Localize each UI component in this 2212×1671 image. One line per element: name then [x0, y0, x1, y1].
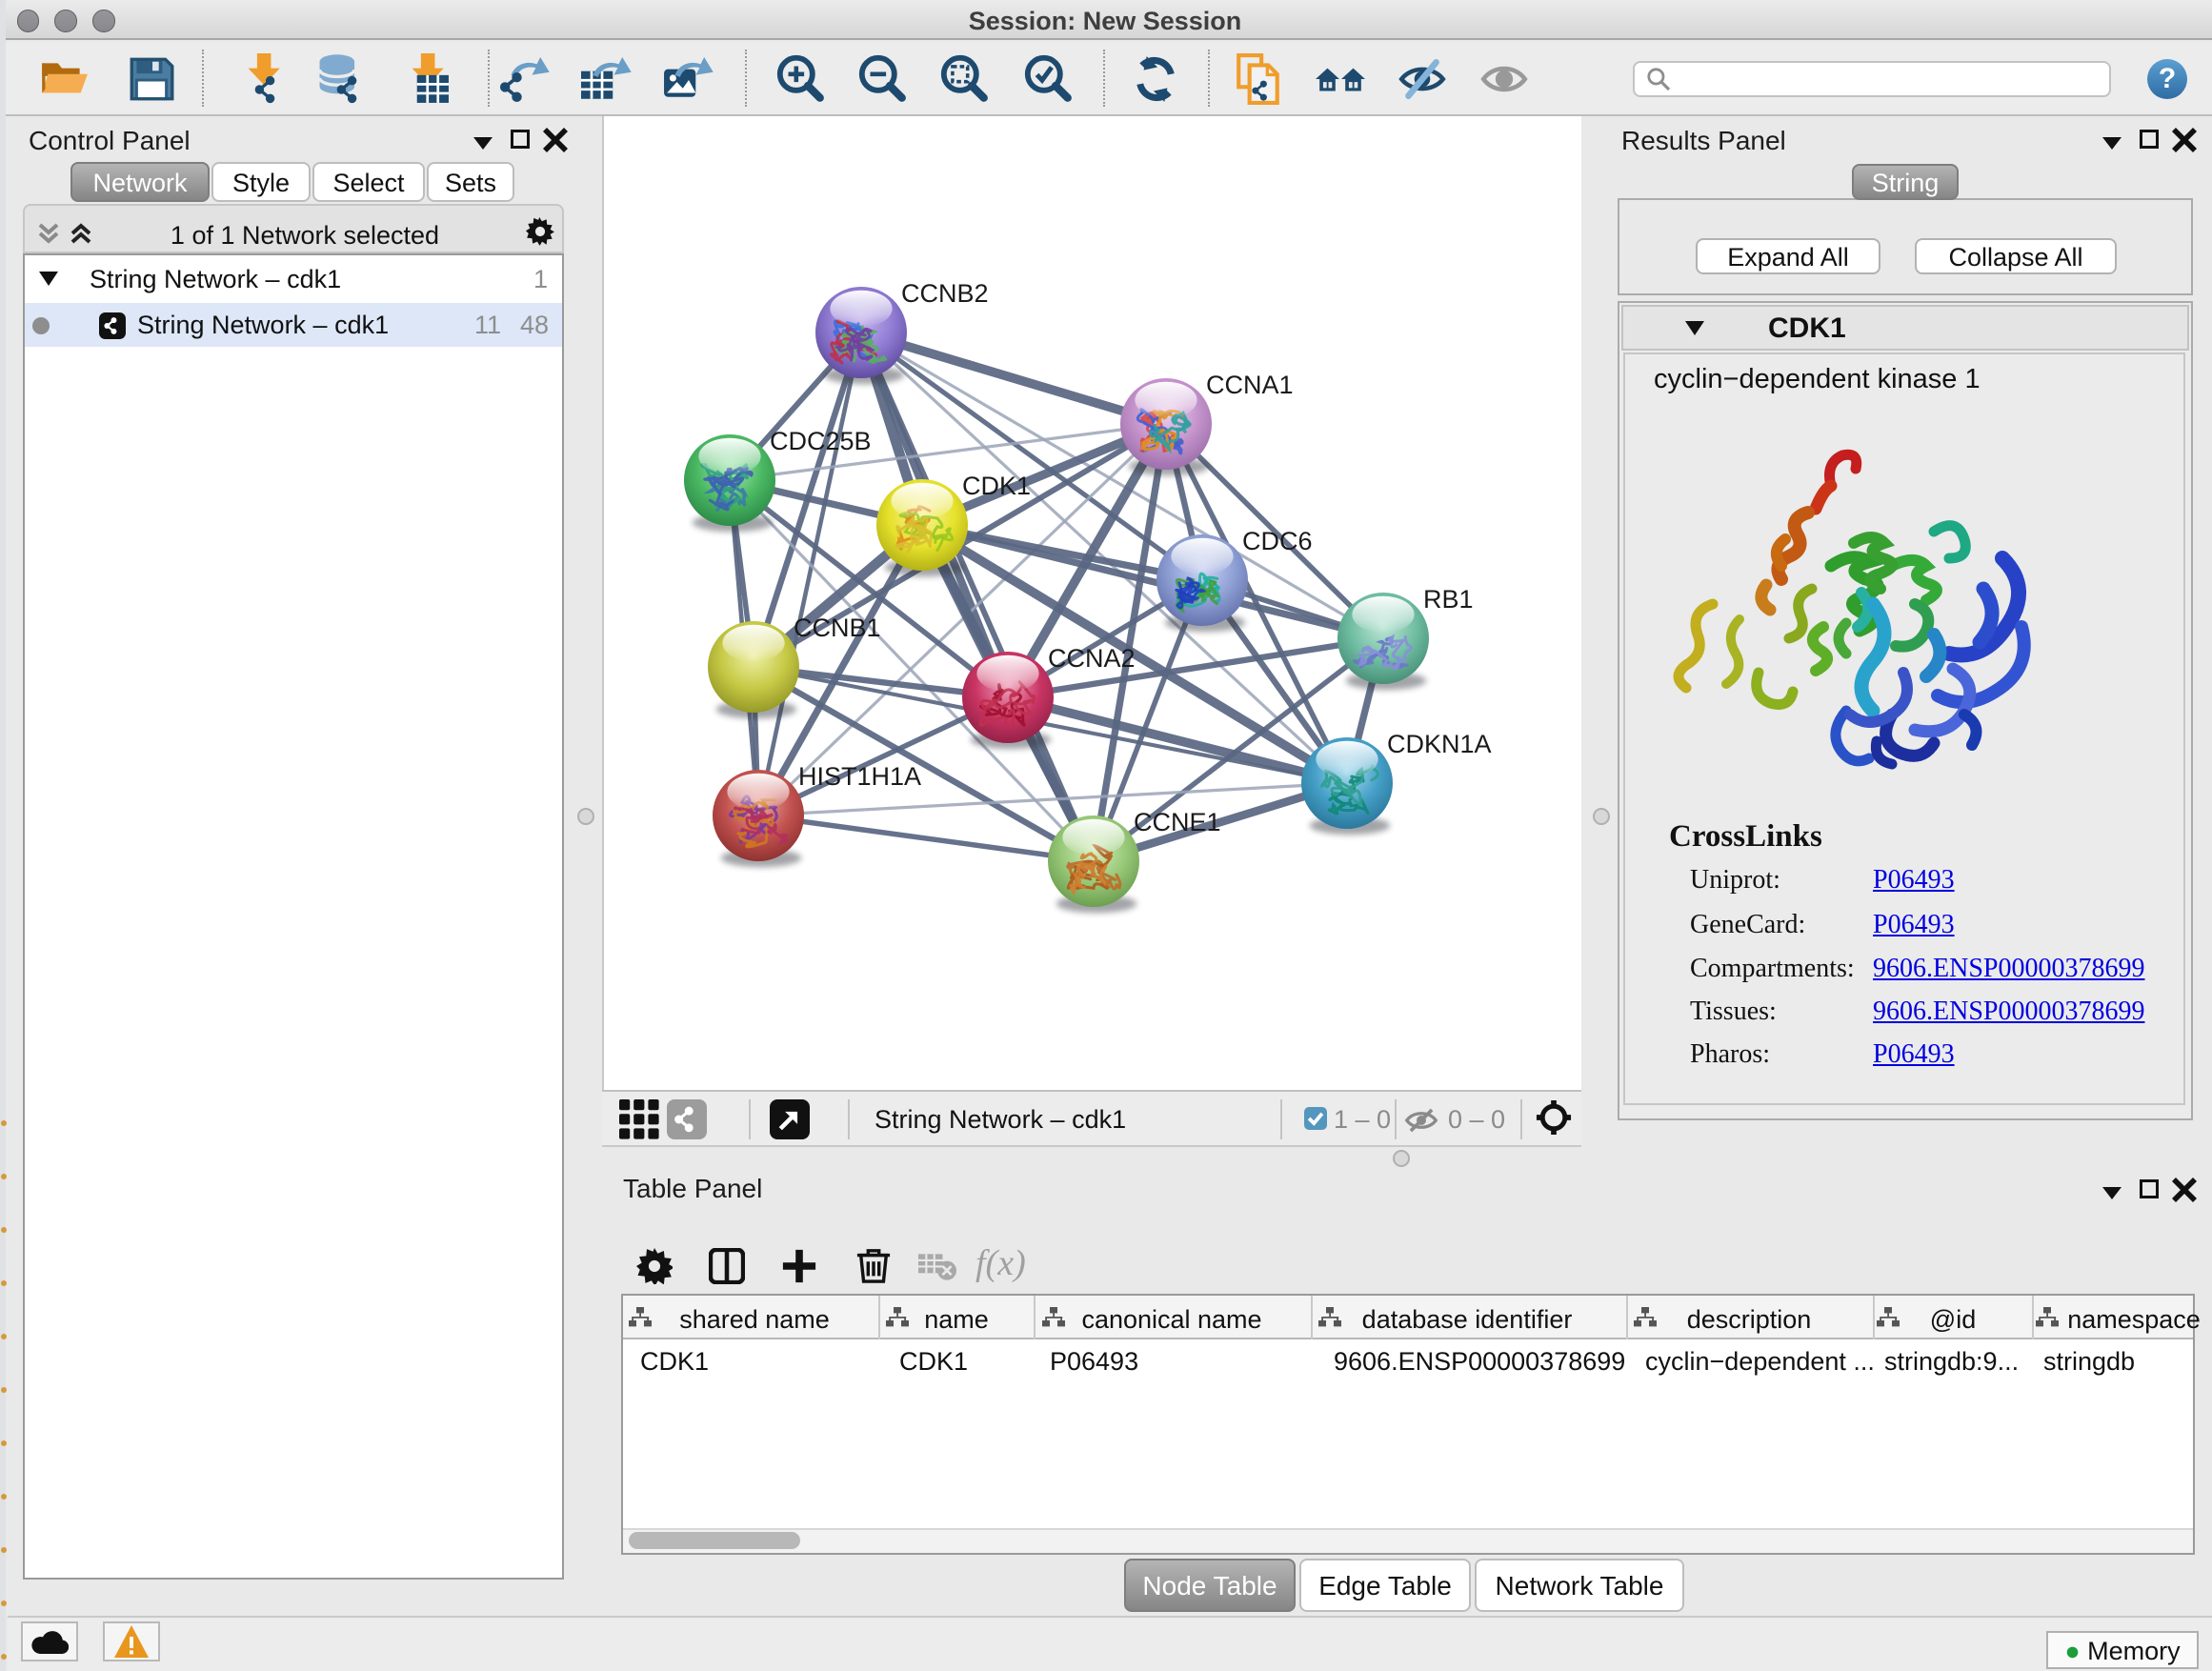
svg-text:CDC6: CDC6 — [1242, 527, 1313, 555]
svg-text:CCNA2: CCNA2 — [1048, 644, 1136, 673]
svg-text:CCNE1: CCNE1 — [1134, 808, 1221, 836]
svg-text:CCNA1: CCNA1 — [1206, 371, 1294, 399]
svg-text:CDC25B: CDC25B — [770, 427, 872, 455]
svg-text:RB1: RB1 — [1423, 585, 1474, 614]
svg-text:CCNB2: CCNB2 — [901, 279, 989, 308]
svg-text:HIST1H1A: HIST1H1A — [798, 762, 921, 791]
svg-text:CDK1: CDK1 — [962, 472, 1031, 500]
svg-text:CDKN1A: CDKN1A — [1387, 730, 1492, 758]
svg-text:CCNB1: CCNB1 — [794, 614, 881, 642]
